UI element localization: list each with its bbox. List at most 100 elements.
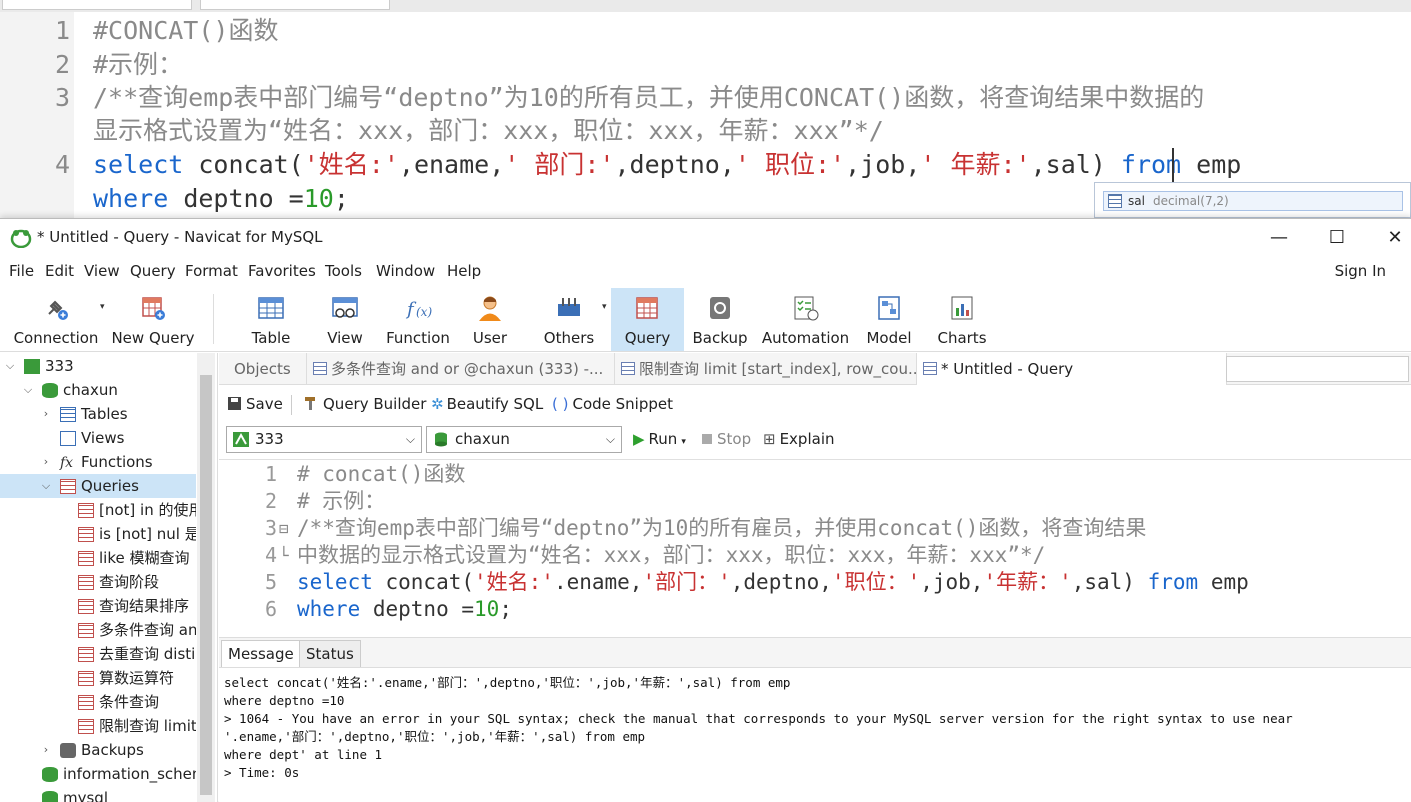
query-icon — [78, 575, 94, 590]
connection-button[interactable]: ▾ Connection — [8, 288, 105, 351]
connection-select[interactable]: 333 ⌵ — [226, 426, 422, 453]
sidebar-item-query[interactable]: [not] in 的使用 — [0, 498, 196, 522]
chevron-down-icon[interactable]: ⌵ — [4, 354, 16, 378]
database-select[interactable]: chaxun ⌵ — [426, 426, 622, 453]
menu-edit[interactable]: Edit — [45, 262, 74, 280]
code-token: # concat()函数 — [297, 462, 466, 486]
sidebar-item-function[interactable]: › fx Functions — [0, 450, 196, 474]
tab-untitled-query[interactable]: * Untitled - Query — [917, 353, 1227, 385]
menu-file[interactable]: File — [9, 262, 34, 280]
chevron-right-icon[interactable]: › — [40, 402, 52, 426]
autocomplete-popup[interactable]: sal decimal(7,2) — [1094, 182, 1411, 218]
chevron-right-icon[interactable]: › — [40, 738, 52, 762]
chevron-right-icon[interactable]: › — [40, 450, 52, 474]
beautify-sql-button[interactable]: ✲ Beautify SQL — [431, 395, 543, 413]
sidebar-item-view[interactable]: Views — [0, 426, 196, 450]
table-icon — [60, 407, 76, 422]
query-button[interactable]: Query — [611, 288, 684, 351]
query-icon — [78, 719, 94, 734]
tab-limit-query[interactable]: 限制查询 limit [start_index], row_cou... — [615, 353, 917, 385]
others-button[interactable]: ▾ Others — [536, 288, 607, 351]
code-token: deptno = — [360, 597, 475, 621]
tab-status[interactable]: Status — [299, 640, 361, 668]
sidebar-item-query[interactable]: 查询阶段 — [0, 570, 196, 594]
charts-button[interactable]: Charts — [932, 288, 992, 351]
sql-editor[interactable]: 1 # concat()函数 2 # 示例： 3 ⊟ /**查询emp表中部门编号“dept… — [219, 459, 1411, 634]
code-token: /**查询emp表中部门编号“deptno”为10的所有雇员，并使用concat… — [297, 516, 1147, 540]
minimize-button[interactable]: — — [1256, 223, 1302, 253]
autocomplete-name: sal — [1128, 194, 1145, 208]
sidebar-item-query[interactable]: 算数运算符 — [0, 666, 196, 690]
sidebar-item-database[interactable]: information_schema — [0, 762, 196, 786]
stop-button[interactable]: Stop — [702, 430, 751, 448]
chevron-down-icon[interactable]: ⌵ — [40, 474, 52, 498]
object-search-input[interactable] — [1226, 356, 1409, 382]
result-tabs: Message Status — [219, 637, 1411, 668]
explain-button[interactable]: ⊞ Explain — [763, 430, 835, 448]
menu-window[interactable]: Window — [376, 262, 435, 280]
tab-multi-condition-query[interactable]: 多条件查询 and or @chaxun (333) -... — [307, 353, 615, 385]
backup-button[interactable]: Backup — [690, 288, 750, 351]
view-button[interactable]: View — [314, 288, 376, 351]
autocomplete-item[interactable]: sal decimal(7,2) — [1103, 191, 1403, 211]
table-button[interactable]: Table — [240, 288, 302, 351]
title-bar: * Untitled - Query - Navicat for MySQL —… — [0, 219, 1411, 257]
menu-view[interactable]: View — [84, 262, 120, 280]
sidebar-item-label: 去重查询 distinct — [99, 645, 196, 663]
sidebar-item-database[interactable]: mysql — [0, 786, 196, 802]
tab-message[interactable]: Message — [221, 640, 301, 668]
menu-tools[interactable]: Tools — [325, 262, 362, 280]
sidebar-item-label: 查询结果排序 — [99, 597, 190, 615]
sidebar-item-query[interactable]: 去重查询 distinct — [0, 642, 196, 666]
toolbar-separator — [213, 294, 214, 344]
sign-in-link[interactable]: Sign In — [1335, 262, 1386, 280]
connection-icon — [233, 432, 249, 447]
user-button[interactable]: User — [462, 288, 518, 351]
maximize-button[interactable]: ☐ — [1314, 223, 1360, 253]
close-button[interactable]: ✕ — [1372, 223, 1411, 253]
sidebar-item-backup[interactable]: › Backups — [0, 738, 196, 762]
sidebar-item-query[interactable]: is [not] nul 是否 — [0, 522, 196, 546]
sidebar-item-query[interactable]: 查询结果排序 — [0, 594, 196, 618]
model-icon — [878, 296, 900, 320]
menu-query[interactable]: Query — [130, 262, 176, 280]
sidebar-item-connection[interactable]: ⌵ 333 — [0, 354, 196, 378]
code-snippet-button[interactable]: ( ) Code Snippet — [552, 395, 673, 413]
code-token: concat( — [372, 570, 475, 594]
code-token: 中数据的显示格式设置为“姓名：xxx，部门：xxx，职位：xxx，年薪：xxx”… — [297, 543, 1046, 567]
fold-marker-icon[interactable]: ⊟ — [279, 515, 289, 542]
code-text: select concat('姓名:',ename,' 部门:',deptno,… — [93, 148, 1241, 182]
sidebar-item-database[interactable]: ⌵ chaxun — [0, 378, 196, 402]
stop-icon — [702, 434, 712, 444]
run-button[interactable]: ▶ Run ▾ — [633, 430, 686, 448]
tools-icon — [558, 298, 580, 316]
code-text: select concat('姓名:'.ename,'部门：',deptno,'… — [297, 569, 1249, 596]
sidebar-item-label: is [not] nul 是否 — [99, 525, 196, 543]
sidebar-item-query[interactable]: 限制查询 limit — [0, 714, 196, 738]
sidebar-item-query[interactable]: 多条件查询 and — [0, 618, 196, 642]
tab-objects[interactable]: Objects — [219, 353, 307, 385]
backup-icon — [710, 297, 730, 319]
menu-help[interactable]: Help — [447, 262, 481, 280]
model-button[interactable]: Model — [860, 288, 918, 351]
sidebar-item-query[interactable]: 条件查询 — [0, 690, 196, 714]
new-query-button[interactable]: New Query — [108, 288, 198, 351]
sidebar-item-query[interactable]: ⌵ Queries — [0, 474, 196, 498]
code-token: '姓名:' — [474, 570, 554, 594]
automation-button[interactable]: Automation — [758, 288, 853, 351]
query-builder-button[interactable]: Query Builder — [303, 395, 426, 413]
code-snippet-label: Code Snippet — [572, 395, 674, 413]
chevron-down-icon[interactable]: ⌵ — [22, 378, 34, 402]
code-token: where — [93, 184, 169, 213]
sidebar-item-table[interactable]: › Tables — [0, 402, 196, 426]
menu-favorites[interactable]: Favorites — [248, 262, 316, 280]
menu-format[interactable]: Format — [185, 262, 238, 280]
database-select-value: chaxun — [455, 430, 510, 448]
save-button[interactable]: Save — [227, 395, 283, 413]
sidebar-item-query[interactable]: like 模糊查询 — [0, 546, 196, 570]
sparkle-icon: ✲ — [431, 395, 444, 413]
function-button[interactable]: f (x) Function — [383, 288, 453, 351]
view-label: View — [327, 329, 363, 347]
sidebar-scrollbar-thumb[interactable] — [200, 375, 212, 795]
code-token: ,job, — [845, 150, 921, 179]
